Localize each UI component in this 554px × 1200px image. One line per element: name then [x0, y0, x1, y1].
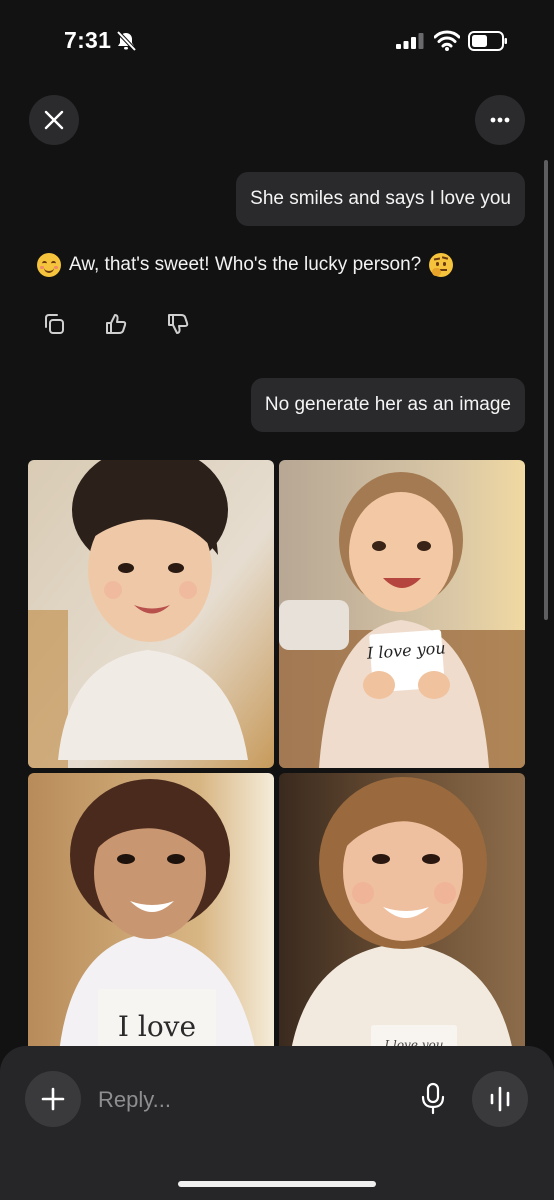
add-attachment-button[interactable] — [25, 1071, 81, 1127]
generated-image[interactable] — [28, 460, 274, 768]
cellular-signal-icon — [396, 33, 424, 49]
user-message-bubble: She smiles and says I love you — [236, 172, 525, 226]
microphone-icon — [421, 1082, 445, 1115]
thumbs-down-button[interactable] — [162, 308, 194, 340]
thumbs-up-button[interactable] — [100, 308, 132, 340]
thumbs-up-icon — [106, 314, 127, 334]
microphone-button[interactable] — [418, 1082, 448, 1116]
voice-mode-button[interactable] — [472, 1071, 528, 1127]
close-icon — [44, 110, 64, 130]
copy-icon — [45, 314, 64, 334]
bell-slash-icon — [116, 30, 137, 52]
close-button[interactable] — [29, 95, 79, 145]
more-options-button[interactable] — [475, 95, 525, 145]
image-sign-text: I love — [118, 1010, 196, 1043]
composer-panel — [0, 1046, 554, 1200]
thinking-face-emoji-icon — [429, 253, 454, 277]
chat-screen: 7:31 She smiles and says I love you Aw, … — [0, 0, 554, 1200]
message-actions — [38, 308, 194, 340]
assistant-message-text: Aw, that's sweet! Who's the lucky person… — [69, 254, 422, 275]
generated-image[interactable]: I love you — [279, 773, 525, 1063]
assistant-message: Aw, that's sweet! Who's the lucky person… — [37, 253, 454, 277]
ellipsis-icon — [490, 117, 510, 123]
wifi-icon — [434, 30, 460, 51]
user-message-bubble: No generate her as an image — [250, 378, 525, 432]
generated-image[interactable]: I love — [28, 773, 274, 1063]
copy-button[interactable] — [38, 308, 70, 340]
battery-icon — [468, 31, 507, 51]
smiling-face-emoji-icon — [37, 253, 61, 277]
home-indicator[interactable] — [178, 1181, 376, 1187]
scrollbar[interactable] — [544, 160, 548, 620]
generated-image[interactable]: I love you — [279, 460, 525, 768]
plus-icon — [41, 1087, 65, 1111]
status-time: 7:31 — [64, 27, 112, 53]
voice-waveform-icon — [490, 1086, 510, 1112]
reply-input[interactable] — [98, 1084, 398, 1116]
thumbs-down-icon — [168, 314, 189, 334]
